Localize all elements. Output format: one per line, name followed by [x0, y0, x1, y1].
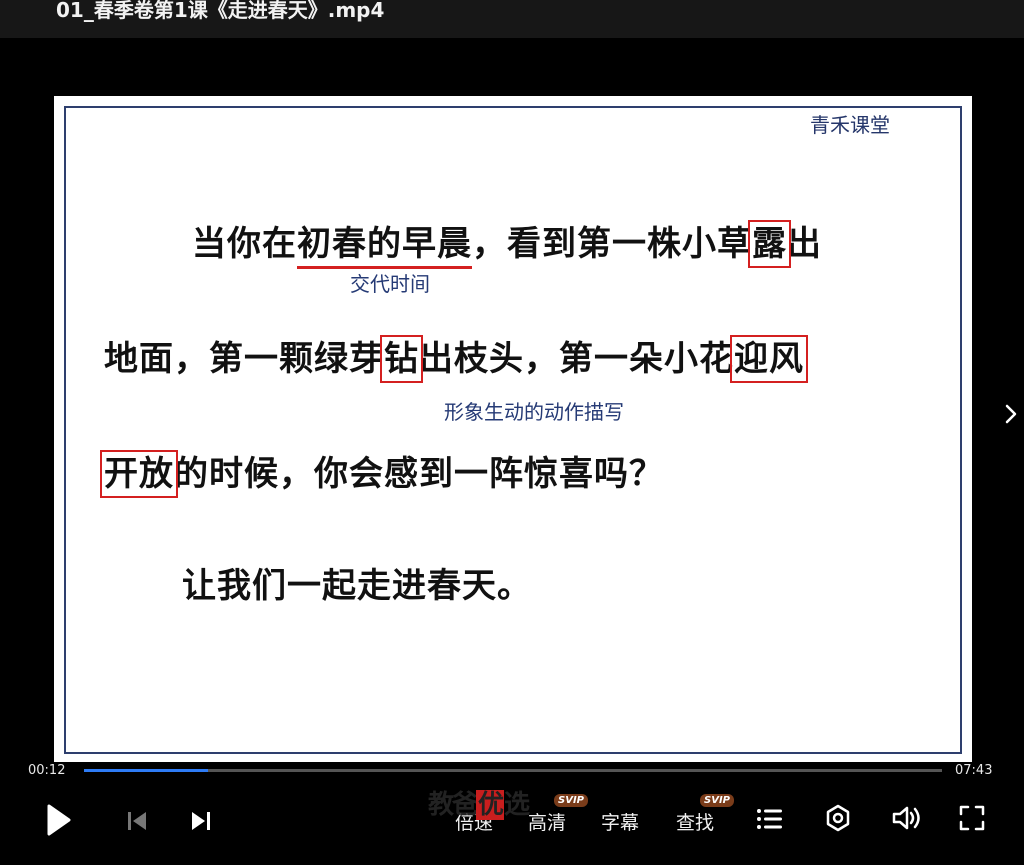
slide-line-4: 让我们一起走进春天。: [182, 566, 532, 606]
skip-next-icon[interactable]: [186, 806, 216, 836]
volume-icon[interactable]: [890, 802, 924, 834]
title-bar: 01_春季卷第1课《走进春天》.mp4: [0, 0, 1024, 38]
watermark-left: 教爸: [428, 790, 478, 820]
line3-boxed: 开放: [100, 450, 178, 498]
chevron-right-icon[interactable]: [1004, 402, 1018, 430]
search-svip-badge: SVIP: [700, 794, 734, 807]
line1-post: 出: [787, 224, 822, 264]
watermark-mid: 优: [476, 790, 504, 820]
skip-previous-icon[interactable]: [122, 806, 152, 836]
slide-line-3: 开放的时候，你会感到一阵惊喜吗？: [100, 446, 664, 498]
line1-boxed: 露: [748, 220, 791, 268]
total-time: 07:43: [955, 763, 993, 778]
line2-pre: 地面，第一颗绿芽: [104, 339, 384, 379]
slide-brand: 青禾课堂: [802, 108, 898, 142]
playlist-icon[interactable]: [754, 804, 786, 834]
annotation-time: 交代时间: [350, 272, 430, 296]
watermark-logo: 教爸优选: [428, 784, 530, 821]
line2-boxed2: 迎风: [730, 335, 808, 383]
search-button[interactable]: 查找: [676, 808, 714, 835]
watermark-right: 选: [504, 790, 530, 820]
line1-pre: 当你在: [192, 224, 297, 264]
progress-bar[interactable]: [84, 769, 942, 772]
play-icon[interactable]: [40, 800, 76, 840]
subtitle-button[interactable]: 字幕: [601, 808, 639, 835]
annotation-action: 形象生动的动作描写: [444, 400, 624, 424]
video-slide: 青禾课堂 当你在初春的早晨，看到第一株小草露出 交代时间 地面，第一颗绿芽钻出枝…: [54, 96, 972, 762]
current-time: 00:12: [28, 763, 66, 778]
slide-line-1: 当你在初春的早晨，看到第一株小草露出: [192, 216, 822, 269]
fullscreen-icon[interactable]: [956, 802, 988, 834]
quality-svip-badge: SVIP: [554, 794, 588, 807]
line2-mid: 出枝头，第一朵小花: [419, 339, 734, 379]
line1-mid: ，看到第一株小草: [472, 224, 752, 264]
line1-underlined: 初春的早晨: [297, 224, 472, 269]
slide-frame: 青禾课堂: [64, 106, 962, 754]
slide-line-2: 地面，第一颗绿芽钻出枝头，第一朵小花迎风: [104, 331, 808, 383]
line3-post: 的时候，你会感到一阵惊喜吗？: [174, 454, 664, 494]
quality-button[interactable]: 高清: [528, 808, 566, 835]
settings-icon[interactable]: [822, 802, 854, 834]
progress-fill: [84, 769, 209, 772]
window-title: 01_春季卷第1课《走进春天》.mp4: [56, 0, 385, 22]
line2-boxed1: 钻: [380, 335, 423, 383]
